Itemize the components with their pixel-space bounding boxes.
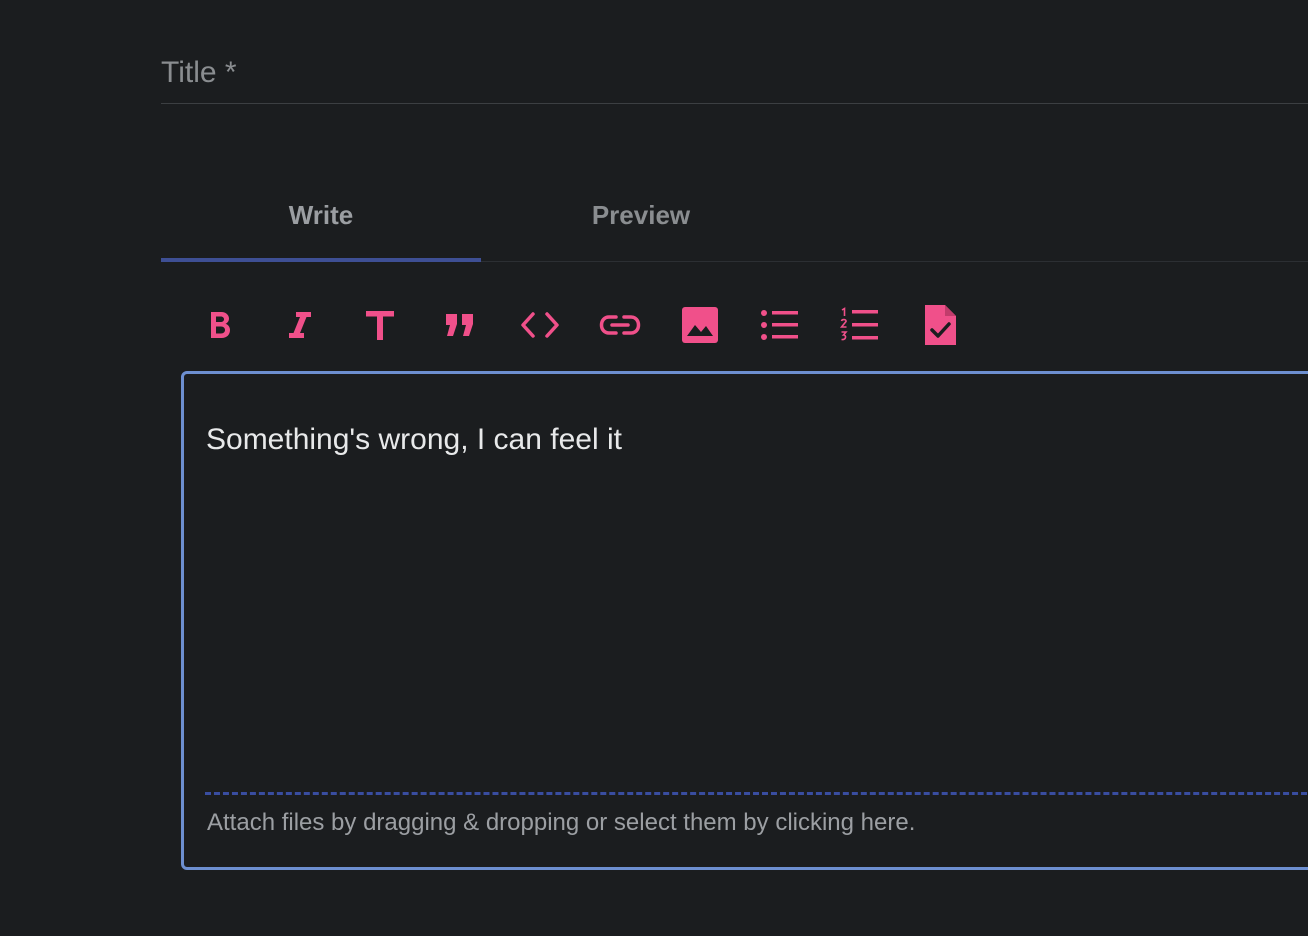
bulleted-list-icon [760, 308, 800, 342]
quote-icon [444, 312, 476, 338]
quote-button[interactable] [440, 300, 480, 350]
numbered-list-icon [840, 307, 880, 343]
editor-tabs: Write Preview [161, 170, 1308, 262]
title-label: Title * [161, 56, 237, 89]
task-list-button[interactable] [920, 300, 960, 350]
link-icon [599, 312, 641, 338]
code-icon [519, 310, 561, 340]
issue-editor-page: Title * Write Preview Something's wrong,… [0, 0, 1308, 936]
attach-hint: Attach files by dragging & dropping or s… [207, 809, 916, 836]
tab-write[interactable]: Write [161, 170, 481, 261]
bulleted-list-button[interactable] [760, 300, 800, 350]
tab-preview[interactable]: Preview [481, 170, 801, 261]
task-list-icon [922, 304, 958, 346]
link-button[interactable] [599, 300, 641, 350]
editor-content[interactable]: Something's wrong, I can feel it [206, 420, 622, 460]
heading-icon [364, 308, 396, 342]
code-button[interactable] [520, 300, 560, 350]
heading-button[interactable] [360, 300, 400, 350]
image-icon [681, 306, 719, 344]
bold-button[interactable] [200, 300, 240, 350]
formatting-toolbar [200, 300, 1000, 350]
title-field[interactable]: Title * [161, 40, 1308, 104]
file-attach-dropzone[interactable]: Attach files by dragging & dropping or s… [205, 792, 1308, 852]
active-tab-indicator [161, 258, 481, 262]
markdown-editor[interactable]: Something's wrong, I can feel it Attach … [181, 371, 1308, 870]
image-button[interactable] [680, 300, 720, 350]
italic-icon [286, 309, 314, 341]
bold-icon [206, 309, 234, 341]
numbered-list-button[interactable] [840, 300, 880, 350]
italic-button[interactable] [280, 300, 320, 350]
